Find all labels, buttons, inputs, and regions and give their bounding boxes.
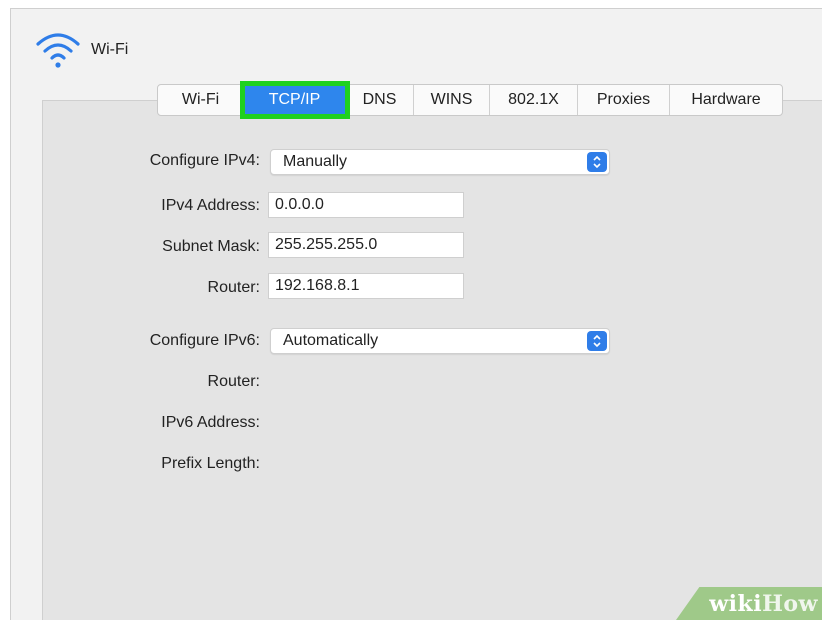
- window-header: Wi-Fi: [35, 30, 128, 70]
- configure-ipv6-value: Automatically: [283, 332, 379, 349]
- tab-tcp-ip[interactable]: TCP/IP: [240, 81, 350, 119]
- ipv6-router-label: Router:: [207, 373, 260, 390]
- tab-proxies[interactable]: Proxies: [578, 85, 670, 115]
- configure-ipv4-label: Configure IPv4:: [149, 152, 260, 169]
- select-arrows-icon: [587, 331, 607, 351]
- configure-ipv6-select[interactable]: Automatically: [270, 328, 610, 354]
- tab-wifi[interactable]: Wi-Fi: [158, 85, 244, 115]
- ipv6-address-label: IPv6 Address:: [161, 414, 260, 431]
- tab-wins[interactable]: WINS: [414, 85, 490, 115]
- watermark-part2: How: [762, 591, 818, 617]
- subnet-mask-field[interactable]: 255.255.255.0: [268, 232, 464, 258]
- configure-ipv4-select[interactable]: Manually: [270, 149, 610, 175]
- select-arrows-icon: [587, 152, 607, 172]
- tab-802-1x[interactable]: 802.1X: [490, 85, 578, 115]
- tab-bar: Wi-Fi TCP/IP DNS WINS 802.1X Proxies Har…: [157, 81, 783, 119]
- tab-hardware[interactable]: Hardware: [670, 85, 782, 115]
- configure-ipv6-label: Configure IPv6:: [149, 332, 260, 349]
- subnet-mask-label: Subnet Mask:: [162, 238, 260, 255]
- ipv4-address-field[interactable]: 0.0.0.0: [268, 192, 464, 218]
- tab-dns[interactable]: DNS: [346, 85, 414, 115]
- wikihow-watermark: wikiHow: [676, 587, 822, 620]
- wifi-icon: [36, 33, 80, 68]
- header-title: Wi-Fi: [91, 41, 129, 58]
- router-label: Router:: [207, 279, 260, 296]
- prefix-length-label: Prefix Length:: [161, 455, 260, 472]
- watermark-part1: wiki: [709, 591, 763, 617]
- ipv4-address-label: IPv4 Address:: [161, 197, 260, 214]
- router-field[interactable]: 192.168.8.1: [268, 273, 464, 299]
- configure-ipv4-value: Manually: [283, 153, 348, 170]
- settings-panel: [42, 100, 822, 620]
